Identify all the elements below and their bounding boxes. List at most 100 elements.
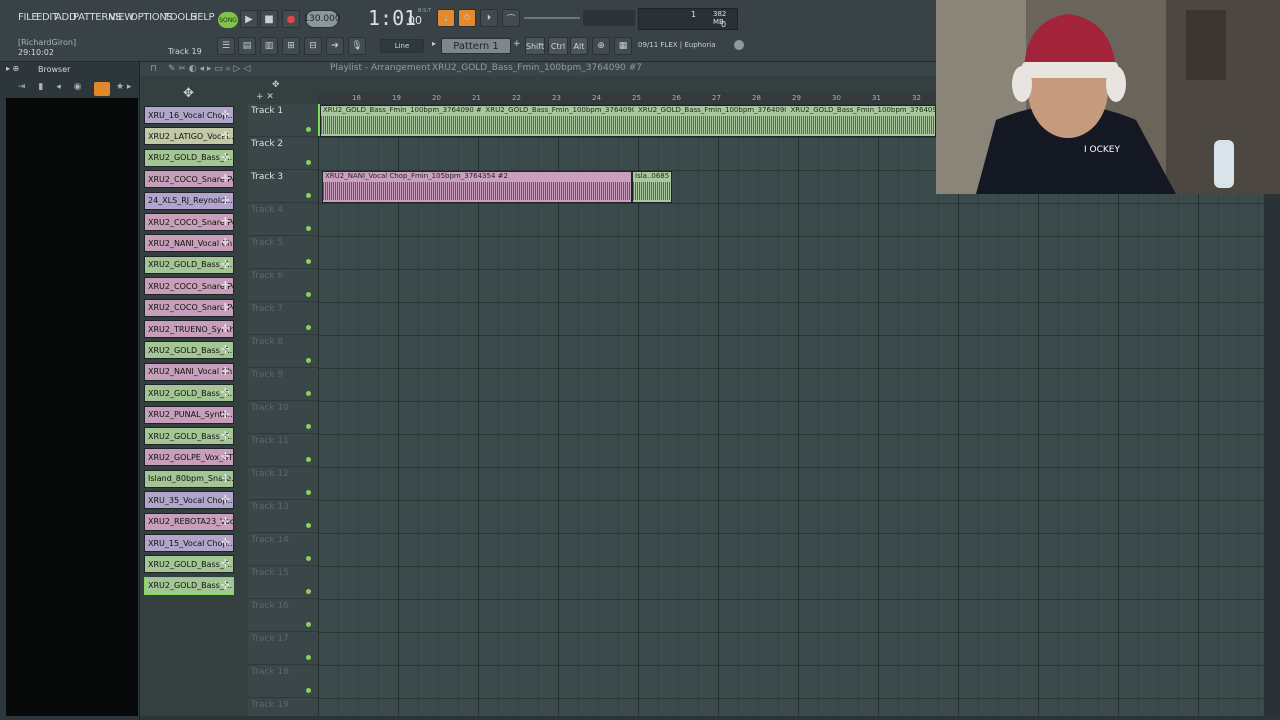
track-header[interactable]: Track 10 — [248, 401, 318, 434]
track-mute-led[interactable] — [306, 193, 311, 198]
pattern-select[interactable]: Pattern 1 — [441, 38, 511, 54]
browser-star-icon[interactable]: ★ ▸ — [116, 82, 131, 92]
metronome-button[interactable]: ♩ — [437, 9, 455, 27]
add-pattern-icon[interactable]: + — [513, 39, 521, 49]
track-header[interactable]: Track 2 — [248, 137, 318, 170]
add-pattern-icon[interactable]: ✛ — [221, 108, 230, 121]
browser-tool-icons[interactable]: ⇥ ▮ ◂ ◉ — [18, 82, 81, 92]
track-header[interactable]: Track 16 — [248, 599, 318, 632]
track-header[interactable]: Track 14 — [248, 533, 318, 566]
audio-clip-island[interactable]: Isla..0685 — [632, 171, 672, 203]
master-volume-slider[interactable] — [524, 17, 580, 19]
add-pattern-icon[interactable]: ✛ — [221, 215, 230, 228]
playhead[interactable] — [318, 104, 320, 136]
plugin-picker-button[interactable]: ⊟ — [304, 37, 322, 55]
track-mute-led[interactable] — [306, 325, 311, 330]
plugin-preset-name[interactable]: 09/11 FLEX | Euphoria — [638, 41, 716, 49]
pattern-prev-icon[interactable]: ▸ — [432, 39, 436, 48]
song-mode-toggle[interactable]: SONG — [218, 12, 238, 28]
track-header[interactable]: Track 3 — [248, 170, 318, 203]
pattern-picker-item[interactable]: XRU2_GOLPE_Vox_ST... ✛ — [144, 448, 234, 467]
audio-clip-vocal[interactable]: XRU2_NANI_Vocal Chop_Fmin_105bpm_3764354… — [322, 171, 632, 203]
tempo-display[interactable]: 130.000 — [303, 10, 341, 28]
add-pattern-icon[interactable]: ✛ — [221, 408, 230, 421]
track-mute-led[interactable] — [306, 556, 311, 561]
browser-list[interactable] — [6, 98, 138, 716]
record-button[interactable]: ● — [282, 10, 300, 28]
pattern-picker-item[interactable]: XRU2_GOLD_Bass_F... ✛ — [144, 555, 234, 574]
play-button[interactable]: ▶ — [240, 10, 258, 28]
ctrl-key-button[interactable]: Ctrl — [548, 37, 568, 55]
link-button[interactable]: ⊕ — [592, 37, 610, 55]
online-status-icon[interactable] — [734, 40, 744, 50]
track-header[interactable]: Track 19 — [248, 698, 318, 720]
add-pattern-icon[interactable]: ✛ — [221, 301, 230, 314]
track-header[interactable]: Track 9 — [248, 368, 318, 401]
pattern-picker-item[interactable]: XRU2_GOLD_Bass_F... ✛ — [144, 341, 234, 360]
pattern-picker-item[interactable]: XRU_15_Vocal Chop... ✛ — [144, 534, 234, 552]
track-mute-led[interactable] — [306, 127, 311, 132]
track-header[interactable]: Track 12 — [248, 467, 318, 500]
pattern-picker-item[interactable]: XRU2_GOLD_Bass_F... ✛ — [144, 255, 234, 274]
track-mute-led[interactable] — [306, 622, 311, 627]
menu-file[interactable]: FILE — [18, 12, 38, 23]
timeline-ruler[interactable]: 18 19 20 21 22 23 24 25 26 27 28 29 30 31 32 — [318, 92, 936, 104]
pattern-picker-item[interactable]: XRU2_GOLD_Bass_F... ✛ — [144, 427, 234, 445]
pattern-picker-item[interactable]: XRU2_GOLD_Bass_F... ✛ — [144, 384, 234, 403]
track-header[interactable]: Track 17 — [248, 632, 318, 665]
track-mute-led[interactable] — [306, 589, 311, 594]
track-mute-led[interactable] — [306, 160, 311, 165]
pattern-picker-item[interactable]: XRU2_LATIGO_Vocal... ✛ — [144, 127, 234, 146]
pattern-picker-item[interactable]: XRU2_GOLD_Bass_F... ✛ — [144, 148, 234, 167]
playlist-vertical-scrollbar[interactable] — [1264, 194, 1280, 716]
add-pattern-icon[interactable]: ✛ — [221, 579, 230, 592]
add-pattern-icon[interactable]: ✛ — [221, 557, 230, 570]
playlist-view-button[interactable]: ☰ — [217, 37, 235, 55]
track-header[interactable]: Track 18 — [248, 665, 318, 698]
track-mute-led[interactable] — [306, 391, 311, 396]
track-header[interactable]: Track 11 — [248, 434, 318, 467]
countdown-button[interactable]: ⏱ — [458, 9, 476, 27]
add-pattern-icon[interactable]: ✛ — [221, 258, 230, 271]
news-button[interactable]: ▦ — [614, 37, 632, 55]
add-pattern-icon[interactable]: ✛ — [221, 172, 230, 185]
add-pattern-icon[interactable]: ✛ — [221, 515, 230, 528]
add-pattern-icon[interactable]: ✛ — [221, 450, 230, 463]
add-pattern-icon[interactable]: ✛ — [221, 429, 230, 442]
add-pattern-icon[interactable]: ✛ — [221, 536, 230, 549]
pattern-picker-item[interactable]: XRU2_COCO_Snare Pe...✛ — [144, 170, 234, 189]
pattern-picker-item[interactable]: XRU2_COCO_Snare Pe...✛ — [144, 277, 234, 296]
track-header[interactable]: Track 8 — [248, 335, 318, 368]
pattern-picker-item[interactable]: XRU2_COCO_Snare Pe...✛ — [144, 213, 234, 231]
pattern-picker-item[interactable]: XRU_35_Vocal Chop... ✛ — [144, 491, 234, 510]
track-mute-led[interactable] — [306, 259, 311, 264]
add-pattern-icon[interactable]: ✛ — [221, 365, 230, 378]
add-pattern-icon[interactable]: ✛ — [221, 322, 230, 335]
track-header[interactable]: Track 4 — [248, 203, 318, 236]
menu-help[interactable]: HELP — [190, 12, 215, 23]
blend-notes-button[interactable]: ⌒ — [502, 9, 520, 27]
stop-button[interactable]: ■ — [260, 10, 278, 28]
pattern-picker-item[interactable]: XRU2_NANI_Vocal Ch... ✛ — [144, 362, 234, 381]
add-pattern-icon[interactable]: ✛ — [221, 279, 230, 292]
track-header[interactable]: Track 6 — [248, 269, 318, 302]
add-pattern-icon[interactable]: ✛ — [221, 194, 230, 207]
track-mute-led[interactable] — [306, 688, 311, 693]
track-mute-led[interactable] — [306, 490, 311, 495]
arrangement-grid[interactable]: XRU2_GOLD_Bass_Fmin_100bpm_3764090 #7 XR… — [318, 104, 1264, 716]
pattern-picker-item[interactable]: XRU_16_Vocal Chop... ✛ — [144, 106, 234, 124]
track-header[interactable]: Track 13 — [248, 500, 318, 533]
pattern-picker-item[interactable]: XRU2_NANI_Vocal Ch... ✛ — [144, 234, 234, 253]
magnet-icon[interactable]: ⊓ — [150, 64, 157, 74]
track-header[interactable]: Track 7 — [248, 302, 318, 335]
track-mute-led[interactable] — [306, 655, 311, 660]
piano-roll-button[interactable]: ▤ — [238, 37, 256, 55]
add-pattern-icon[interactable]: ✛ — [221, 151, 230, 164]
shift-key-button[interactable]: Shift — [525, 37, 545, 55]
track-header[interactable]: Track 1 — [248, 104, 318, 137]
add-pattern-icon[interactable]: ✛ — [221, 129, 230, 142]
track-mute-led[interactable] — [306, 523, 311, 528]
track-mute-led[interactable] — [306, 358, 311, 363]
track-mute-led[interactable] — [306, 292, 311, 297]
track-header[interactable]: Track 5 — [248, 236, 318, 269]
